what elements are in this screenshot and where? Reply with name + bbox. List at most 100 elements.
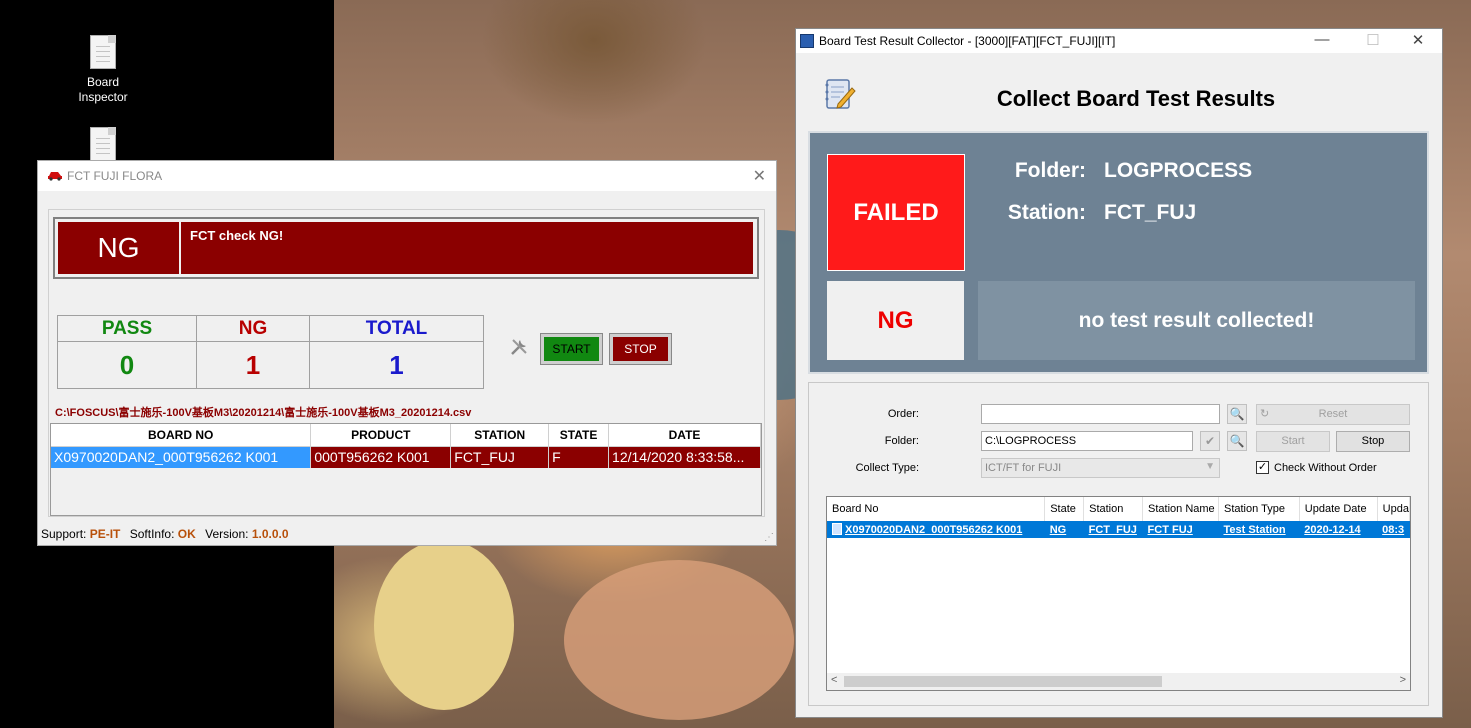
folder-search-icon[interactable]: 🔍 (1227, 431, 1247, 451)
col-board-no[interactable]: Board No (827, 497, 1046, 521)
status-failed-indicator: FAILED (827, 154, 965, 271)
order-search-icon[interactable]: 🔍 (1227, 404, 1247, 424)
result-message: no test result collected! (978, 281, 1415, 360)
cell-state[interactable]: NG (1044, 521, 1084, 538)
order-input[interactable] (981, 404, 1220, 424)
start-button[interactable]: Start (1256, 431, 1330, 452)
file-icon (832, 523, 842, 535)
wrench-screwdriver-icon (511, 339, 527, 355)
document-icon (90, 35, 116, 69)
list-header-row: Board No State Station Station Name Stat… (827, 497, 1411, 521)
stop-button[interactable]: Stop (1336, 431, 1410, 452)
page-title: Collect Board Test Results (996, 86, 1276, 111)
wallpaper-arm (564, 560, 794, 720)
col-board-no[interactable]: BOARD NO (51, 424, 312, 447)
version-value: 1.0.0.0 (251, 527, 289, 541)
close-button[interactable]: ✕ (753, 166, 766, 186)
resize-grip-icon[interactable]: ⋰ (764, 532, 774, 543)
support-label: Support: (41, 527, 87, 541)
pass-header: PASS (57, 315, 197, 342)
check-without-order-checkbox[interactable]: ✓ Check Without Order (1256, 461, 1377, 474)
result-label: NG (58, 222, 179, 274)
folder-value: LOGPROCESS (1104, 159, 1253, 182)
result-message: FCT check NG! (181, 222, 753, 274)
folder-label: Folder: (1014, 159, 1086, 182)
col-station-name[interactable]: Station Name (1142, 497, 1219, 521)
result-ng-indicator: NG (827, 281, 964, 360)
stop-button[interactable]: STOP (609, 333, 672, 365)
result-banner: NG FCT check NG! (53, 217, 759, 279)
checkbox-checked-icon: ✓ (1256, 461, 1269, 474)
check-without-order-label: Check Without Order (1274, 461, 1377, 474)
tools-icon[interactable] (509, 337, 529, 357)
cell-board-no-text: X0970020DAN2_000T956262 K001 (845, 524, 1023, 536)
results-grid[interactable]: BOARD NO PRODUCT STATION STATE DATE X097… (50, 423, 762, 516)
chevron-down-icon: ▼ (1205, 461, 1215, 472)
col-update-time[interactable]: Upda (1377, 497, 1411, 521)
folder-input[interactable] (981, 431, 1193, 451)
collect-type-value: ICT/FT for FUJI (985, 462, 1062, 474)
title-bar[interactable]: FCT FUJI FLORA ✕ (38, 161, 776, 191)
col-station-type[interactable]: Station Type (1218, 497, 1300, 521)
ng-count: 1 (196, 341, 310, 389)
station-label: Station: (1007, 201, 1086, 224)
desktop-icon-board-inspector[interactable]: Board Inspector (73, 35, 133, 105)
version-label: Version: (205, 527, 249, 541)
list-item[interactable]: X0970020DAN2_000T956262 K001 NG FCT_FUJ … (827, 521, 1410, 538)
col-station[interactable]: Station (1083, 497, 1144, 521)
collect-type-label: Collect Type: (855, 462, 919, 474)
status-bar: Support: PE-IT SoftInfo: OK Version: 1.0… (38, 523, 776, 545)
board-test-result-collector-window: Board Test Result Collector - [3000][FAT… (795, 28, 1443, 718)
pass-count: 0 (57, 341, 197, 389)
cell-product[interactable]: 000T956262 K001 (310, 446, 452, 468)
desktop-icon-label-line1: Board (86, 75, 120, 89)
table-row[interactable]: X0970020DAN2_000T956262 K001 000T956262 … (51, 446, 761, 468)
col-update-date[interactable]: Update Date (1299, 497, 1378, 521)
wallpaper-toy (374, 540, 514, 710)
window-title: FCT FUJI FLORA (67, 169, 163, 183)
folder-label: Folder: (884, 435, 919, 447)
collect-type-select[interactable]: ICT/FT for FUJI ▼ (981, 458, 1220, 478)
softinfo-value: OK (177, 527, 196, 541)
header: Collect Board Test Results (796, 29, 1444, 129)
cell-board-no[interactable]: X0970020DAN2_000T956262 K001 (827, 521, 1045, 538)
start-button[interactable]: START (540, 333, 603, 365)
reset-button[interactable]: ↻ Reset (1256, 404, 1410, 425)
station-value: FCT_FUJ (1104, 201, 1197, 224)
scroll-right-icon[interactable]: > (1400, 674, 1406, 686)
stats-table: PASS NG TOTAL 0 1 1 (57, 315, 484, 389)
status-panel: FAILED Folder: LOGPROCESS Station: FCT_F… (808, 131, 1429, 374)
total-header: TOTAL (309, 315, 484, 342)
folder-confirm-icon[interactable]: ✔ (1200, 431, 1220, 451)
col-state[interactable]: State (1044, 497, 1085, 521)
order-label: Order: (887, 408, 919, 420)
cell-update-date[interactable]: 2020-12-14 (1299, 521, 1378, 538)
col-date[interactable]: DATE (608, 424, 761, 447)
collect-form-panel: Order: 🔍 ↻ Reset Folder: ✔ 🔍 Start Stop … (808, 382, 1429, 706)
grid-header-row: BOARD NO PRODUCT STATION STATE DATE (51, 424, 761, 447)
document-icon (90, 127, 116, 161)
cell-station-type[interactable]: Test Station (1218, 521, 1300, 538)
car-icon (48, 172, 62, 181)
cell-station[interactable]: FCT_FUJ (450, 446, 550, 468)
cell-update-time[interactable]: 08:3 (1377, 521, 1410, 538)
col-product[interactable]: PRODUCT (310, 424, 452, 447)
ng-header: NG (196, 315, 310, 342)
csv-file-path: C:\FOSCUS\富士施乐-100V基板M3\20201214\富士施乐-10… (55, 407, 472, 419)
reset-label: Reset (1318, 408, 1348, 420)
col-station[interactable]: STATION (450, 424, 550, 447)
cell-station-name[interactable]: FCT FUJ (1142, 521, 1219, 538)
scroll-left-icon[interactable]: < (831, 674, 837, 686)
cell-station[interactable]: FCT_FUJ (1083, 521, 1143, 538)
horizontal-scrollbar[interactable]: < > (827, 673, 1410, 690)
cell-board-no[interactable]: X0970020DAN2_000T956262 K001 (51, 446, 312, 468)
cell-state[interactable]: F (548, 446, 610, 468)
results-list[interactable]: Board No State Station Station Name Stat… (826, 496, 1411, 691)
desktop-icon-label-line2: Inspector (78, 90, 128, 104)
fct-fuji-flora-window: FCT FUJI FLORA ✕ NG FCT check NG! PASS N… (37, 160, 777, 546)
cell-date[interactable]: 12/14/2020 8:33:58... (608, 446, 761, 468)
reset-icon: ↻ (1260, 408, 1270, 420)
col-state[interactable]: STATE (548, 424, 610, 447)
total-count: 1 (309, 341, 484, 389)
scrollbar-thumb[interactable] (844, 676, 1162, 687)
